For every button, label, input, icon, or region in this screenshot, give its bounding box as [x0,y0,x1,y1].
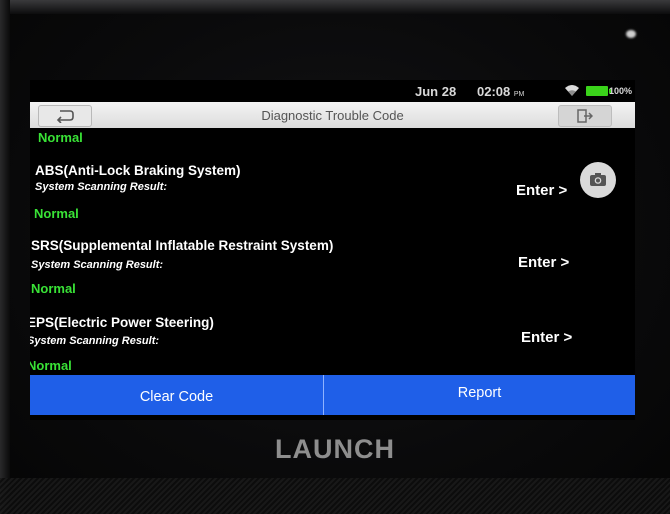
report-button[interactable]: Report [324,375,635,415]
system-status: Normal [34,206,79,221]
clear-code-button[interactable]: Clear Code [30,375,324,415]
battery-percent: 100% [609,86,633,96]
battery-icon [586,86,611,96]
device-screen: Jun 28 02:08 PM 100% Diagnostic Trouble … [30,80,635,420]
enter-srs-button[interactable]: Enter > [518,254,569,271]
brand-logo: LAUNCH [275,434,395,464]
page-title: Diagnostic Trouble Code [261,108,404,123]
system-status: Normal [31,281,76,296]
system-subtitle: System Scanning Result: [35,181,168,193]
wifi-icon [565,85,579,96]
light-glint [626,30,636,38]
system-subtitle: System Scanning Result: [30,335,160,347]
enter-abs-button[interactable]: Enter > [516,182,567,199]
exit-icon [577,109,593,123]
status-date: Jun 28 [415,84,457,99]
camera-icon [590,173,606,186]
bezel-texture [0,478,670,514]
system-name: SRS(Supplemental Inflatable Restraint Sy… [31,238,334,253]
system-status: Normal [30,358,72,373]
title-bar: Diagnostic Trouble Code [30,102,635,128]
system-list: Normal ABS(Anti-Lock Braking System) Sys… [30,128,635,374]
status-bar: Jun 28 02:08 PM 100% [30,80,635,102]
system-name: EPS(Electric Power Steering) [30,315,214,330]
status-ampm: PM [513,91,525,98]
system-subtitle: System Scanning Result: [31,259,164,271]
screenshot-button[interactable] [580,162,616,198]
bezel-edge [0,0,670,14]
system-status: Normal [38,130,83,145]
system-name: ABS(Anti-Lock Braking System) [35,163,241,178]
enter-eps-button[interactable]: Enter > [521,329,572,346]
status-time: 02:08 PM [477,84,524,99]
status-time-value: 02:08 [477,84,511,99]
action-bar: Clear Code Report [30,375,635,415]
exit-button[interactable] [558,105,612,127]
